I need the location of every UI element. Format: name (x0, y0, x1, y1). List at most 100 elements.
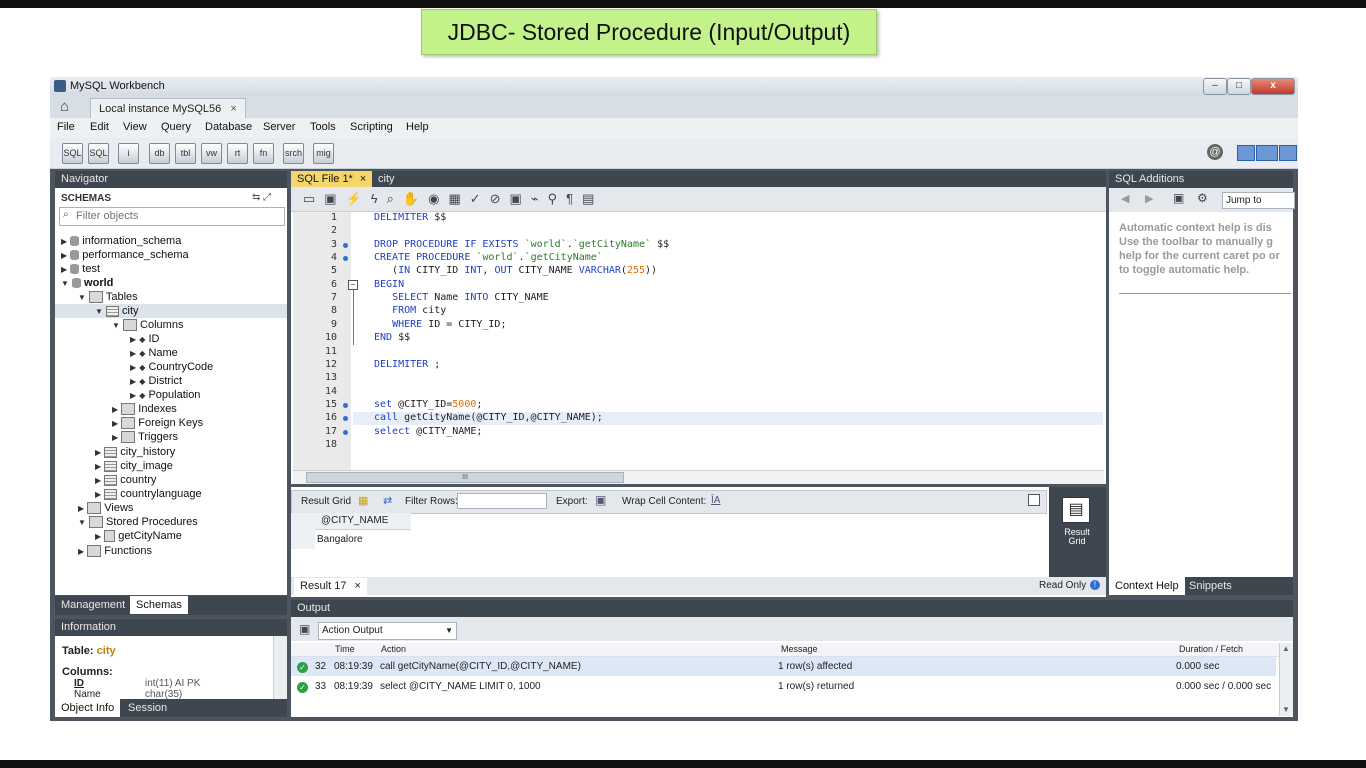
expand-icon[interactable]: ▶ (95, 532, 101, 541)
wrap-icon[interactable]: ĪA (711, 495, 720, 506)
menu-scripting[interactable]: Scripting (350, 121, 393, 133)
create-view-icon[interactable]: vw (201, 143, 222, 164)
tree-node-column-id[interactable]: ▶ ◆ ID (130, 333, 159, 345)
back-icon[interactable]: ◀ (1121, 192, 1129, 205)
new-sql-tab-icon[interactable]: SQL (62, 143, 83, 164)
col-action[interactable]: Action (381, 644, 406, 654)
menu-help[interactable]: Help (406, 121, 429, 133)
tab-object-info[interactable]: Object Info (55, 699, 121, 717)
refresh-icon[interactable]: ⇆ ⤢ (252, 192, 271, 203)
connection-tab[interactable]: Local instance MySQL56 × (90, 98, 246, 119)
export-icon[interactable]: ▣ (595, 493, 606, 507)
expand-icon[interactable]: ▶ (78, 547, 84, 556)
tree-node-tables[interactable]: ▼ Tables (78, 291, 138, 304)
expand-icon[interactable]: ▶ (112, 405, 118, 414)
search-table-data-icon[interactable]: srch (283, 143, 304, 164)
expand-icon[interactable]: ▶ (95, 448, 101, 457)
code-line[interactable]: WHERE ID = CITY_ID; (374, 319, 506, 330)
tree-node-column-population[interactable]: ▶ ◆ Population (130, 389, 200, 401)
expand-icon[interactable]: ▶ (130, 335, 136, 344)
refresh-icon[interactable]: ⇄ (383, 494, 392, 507)
expand-icon[interactable]: ▶ (130, 363, 136, 372)
create-table-icon[interactable]: tbl (175, 143, 196, 164)
minimize-button[interactable]: – (1203, 78, 1227, 95)
menu-server[interactable]: Server (263, 121, 295, 133)
expand-icon[interactable]: ▶ (112, 433, 118, 442)
tree-node-world[interactable]: ▼ world (61, 277, 113, 289)
row-selector[interactable] (291, 529, 315, 549)
code-line[interactable]: DROP PROCEDURE IF EXISTS `world`.`getCit… (374, 239, 669, 250)
toggle-panel-icon[interactable] (1028, 494, 1040, 506)
tree-node-performance-schema[interactable]: ▶ performance_schema (61, 249, 189, 261)
collapse-icon[interactable]: ▼ (78, 293, 86, 302)
tab-city[interactable]: city (372, 171, 401, 187)
tab-sql-file[interactable]: SQL File 1* × (291, 171, 373, 187)
tree-node-city[interactable]: ▼ city (95, 305, 139, 317)
tree-node-column-district[interactable]: ▶ ◆ District (130, 375, 182, 387)
close-window-button[interactable]: x (1251, 78, 1295, 95)
toggle-additions-icon[interactable] (1279, 145, 1297, 161)
code-line[interactable]: BEGIN (374, 279, 404, 290)
info-scrollbar[interactable] (273, 636, 287, 699)
inspector-icon[interactable]: i (118, 143, 139, 164)
tree-node-stored-procedures[interactable]: ▼ Stored Procedures (78, 516, 198, 529)
result-grid-icon[interactable]: ▤ (1062, 497, 1090, 523)
code-line[interactable]: FROM city (374, 305, 446, 316)
code-line[interactable]: DELIMITER ; (374, 359, 440, 370)
fold-toggle-icon[interactable]: − (348, 280, 358, 290)
tree-node-columns[interactable]: ▼ Columns (112, 319, 183, 332)
create-procedure-icon[interactable]: rt (227, 143, 248, 164)
expand-icon[interactable]: ▶ (78, 504, 84, 513)
tree-node-test[interactable]: ▶ test (61, 263, 100, 275)
menu-edit[interactable]: Edit (90, 121, 109, 133)
jump-to-select[interactable]: Jump to (1222, 192, 1295, 209)
auto-help-icon[interactable]: ⚙ (1197, 191, 1208, 205)
code-line[interactable]: set @CITY_ID=5000; (374, 399, 482, 410)
tree-node-functions[interactable]: ▶ Functions (78, 545, 152, 558)
tab-snippets[interactable]: Snippets (1183, 577, 1238, 595)
output-type-select[interactable]: Action Output ▼ (318, 622, 457, 640)
code-line[interactable]: call getCityName(@CITY_ID,@CITY_NAME); (374, 412, 603, 423)
expand-icon[interactable]: ▶ (130, 391, 136, 400)
code-line[interactable]: DELIMITER $$ (374, 212, 446, 223)
tab-schemas[interactable]: Schemas (130, 596, 188, 614)
reconnect-icon[interactable]: mig (313, 143, 334, 164)
tree-node-city-image[interactable]: ▶ city_image (95, 460, 173, 472)
scroll-up-icon[interactable]: ▲ (1282, 644, 1290, 653)
menu-file[interactable]: File (57, 121, 75, 133)
code-line[interactable]: CREATE PROCEDURE `world`.`getCityName` (374, 252, 603, 263)
scroll-thumb[interactable]: III (306, 472, 624, 483)
editor-toolbar-icons[interactable]: ▭▣⚡ϟ⌕✋◉▦✓⊘▣⌁⚲¶▤ (303, 191, 603, 207)
menu-view[interactable]: View (123, 121, 147, 133)
filter-rows-input[interactable] (457, 493, 547, 509)
tree-node-getcityname[interactable]: ▶ getCityName (95, 530, 182, 543)
tree-node-countrylanguage[interactable]: ▶ countrylanguage (95, 488, 202, 500)
expand-icon[interactable]: ▶ (95, 462, 101, 471)
code-line[interactable]: select @CITY_NAME; (374, 426, 482, 437)
tree-node-column-countrycode[interactable]: ▶ ◆ CountryCode (130, 361, 213, 373)
toggle-sidebar-icon[interactable] (1237, 145, 1255, 161)
expand-icon[interactable]: ▶ (61, 251, 67, 260)
expand-icon[interactable]: ▶ (130, 377, 136, 386)
menu-database[interactable]: Database (205, 121, 252, 133)
expand-icon[interactable]: ▶ (95, 490, 101, 499)
forward-icon[interactable]: ▶ (1145, 192, 1153, 205)
col-duration[interactable]: Duration / Fetch (1179, 644, 1243, 654)
home-icon[interactable]: ⌂ (60, 98, 69, 115)
filter-objects-input[interactable] (74, 208, 282, 223)
expand-icon[interactable]: ▶ (130, 349, 136, 358)
expand-icon[interactable]: ▶ (61, 237, 67, 246)
maximize-button[interactable]: □ (1227, 78, 1251, 95)
code-line[interactable]: (IN CITY_ID INT, OUT CITY_NAME VARCHAR(2… (374, 265, 657, 276)
collapse-icon[interactable]: ▼ (112, 321, 120, 330)
manual-help-icon[interactable]: ▣ (1173, 191, 1184, 205)
expand-icon[interactable]: ▶ (112, 419, 118, 428)
expand-icon[interactable]: ▶ (61, 265, 67, 274)
tree-node-views[interactable]: ▶ Views (78, 502, 133, 515)
menu-query[interactable]: Query (161, 121, 191, 133)
tree-node-indexes[interactable]: ▶ Indexes (112, 403, 177, 416)
tab-management[interactable]: Management (55, 596, 131, 614)
tree-node-column-name[interactable]: ▶ ◆ Name (130, 347, 178, 359)
collapse-icon[interactable]: ▼ (95, 307, 103, 316)
menu-tools[interactable]: Tools (310, 121, 336, 133)
